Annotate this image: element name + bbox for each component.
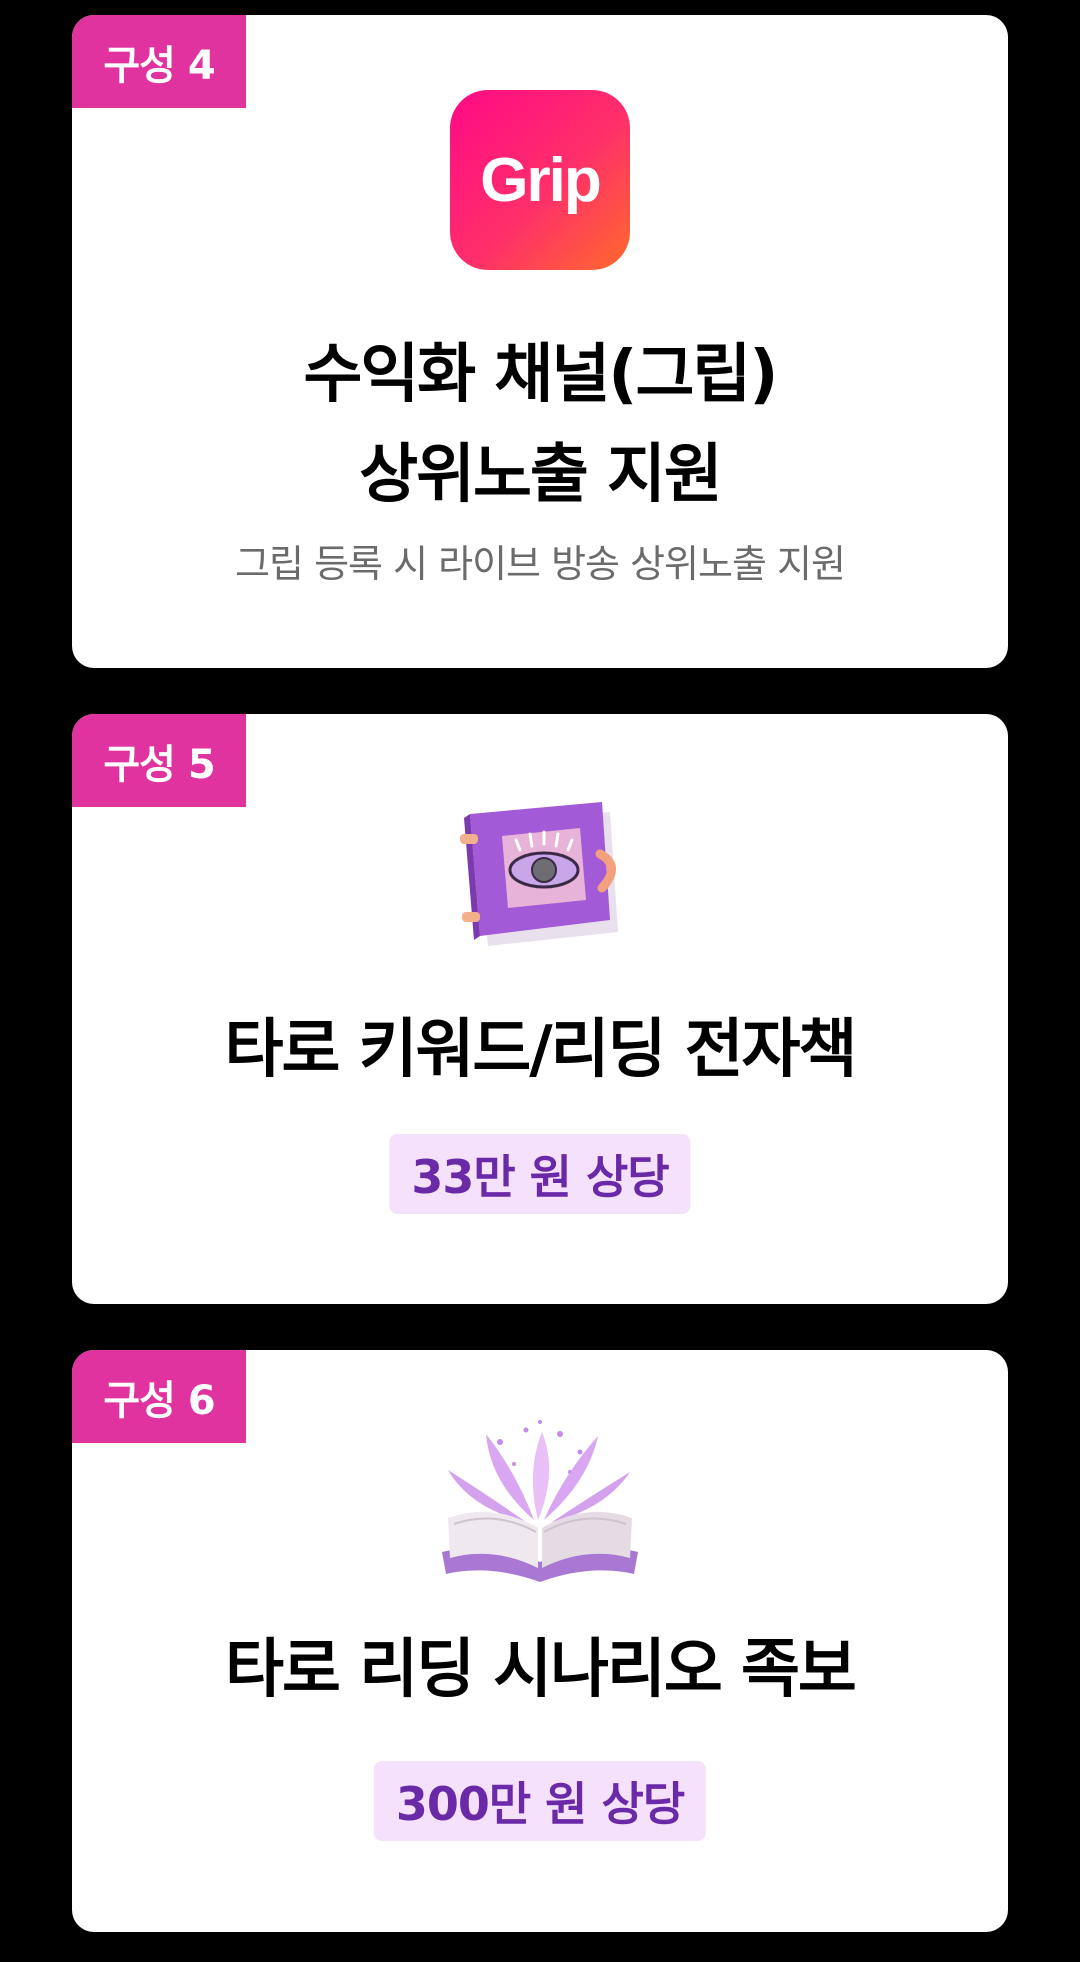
card-title-line2: 상위노출 지원 (359, 438, 723, 512)
card-title: 타로 리딩 시나리오 족보 (225, 1633, 857, 1707)
component-tag: 구성 6 (72, 1350, 246, 1443)
card-component-6: 구성 6 타로 리딩 시나리오 족보 300만 원 상당 (72, 1350, 1008, 1932)
component-tag: 구성 4 (72, 15, 246, 108)
component-tag: 구성 5 (72, 714, 246, 807)
grip-logo-icon: Grip (450, 90, 630, 270)
grip-logo-text: Grip (450, 90, 630, 270)
mystic-eye-book-icon (440, 784, 640, 964)
card-component-4: 구성 4 Grip 수익화 채널(그립) 상위노출 지원 그립 등록 시 라이브… (72, 15, 1008, 668)
card-title: 타로 키워드/리딩 전자책 (224, 1013, 858, 1087)
card-component-5: 구성 5 타로 키워드/리딩 전자책 33만 원 상당 (72, 714, 1008, 1304)
price-badge: 300만 원 상당 (373, 1761, 707, 1841)
magic-open-book-icon (430, 1412, 650, 1592)
price-badge: 33만 원 상당 (389, 1134, 691, 1214)
card-subtitle: 그립 등록 시 라이브 방송 상위노출 지원 (235, 542, 846, 586)
card-title-line1: 수익화 채널(그립) (303, 338, 779, 412)
